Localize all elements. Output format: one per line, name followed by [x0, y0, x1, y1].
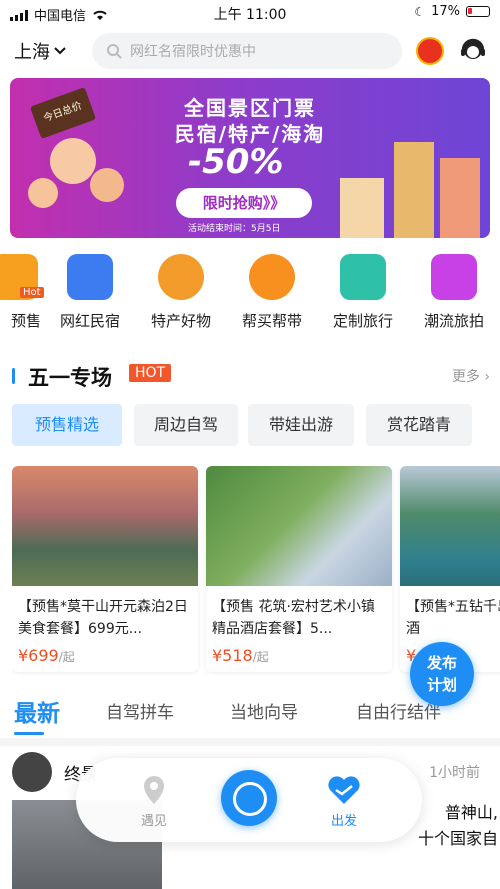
product-title: 【预售*五钻千岛致雅艺术酒 [406, 599, 500, 637]
banner-illustration-kid [28, 178, 58, 208]
section-divider [0, 738, 500, 746]
tab-flower-viewing[interactable]: 赏花踏青 [366, 404, 472, 446]
section-title: 五一专场 [28, 366, 112, 390]
banner-discount: -50% [188, 142, 284, 182]
product-price: ¥699/起 [12, 642, 198, 669]
banner-line1: 全国景区门票 [184, 96, 316, 120]
publish-plan-button[interactable]: 发布 计划 [410, 642, 474, 706]
user-avatar[interactable] [416, 37, 444, 65]
customer-service-icon[interactable] [458, 36, 488, 66]
battery-percent: 17% [431, 4, 460, 19]
top-header: 上海 网红名宿限时优惠中 [0, 30, 500, 74]
price-value: ¥699 [18, 646, 59, 665]
chevron-down-icon [54, 47, 66, 55]
nav-meet[interactable]: 遇见 [124, 774, 184, 829]
tab-presale-selection[interactable]: 预售精选 [12, 404, 122, 446]
tab-family-trip[interactable]: 带娃出游 [248, 404, 354, 446]
banner-illustration-kid [90, 168, 124, 202]
tab-nearby-drive[interactable]: 周边自驾 [134, 404, 238, 446]
presale-icon: Hot [0, 254, 44, 300]
product-card[interactable]: 【预售 花筑·宏村艺术小镇精品酒店套餐】5... ¥518/起 [206, 466, 392, 672]
product-title: 【预售 花筑·宏村艺术小镇精品酒店套餐】5... [212, 599, 375, 637]
search-placeholder: 网红名宿限时优惠中 [130, 44, 256, 60]
nav-label: 遇见 [140, 814, 167, 829]
house-icon [67, 254, 113, 300]
status-right: ☾ 17% [414, 4, 490, 19]
book-icon [340, 254, 386, 300]
price-unit: /起 [252, 650, 269, 664]
section-header: 五一专场 HOT 更多 › [0, 360, 500, 390]
price-unit: /起 [58, 650, 75, 664]
nav-center-button[interactable] [221, 770, 277, 826]
battery-icon [466, 6, 490, 17]
shopping-bag-icon [249, 254, 295, 300]
category-specialty-goods[interactable]: 特产好物 [136, 254, 226, 331]
nav-depart[interactable]: 出发 [314, 774, 374, 829]
roast-chicken-icon [158, 254, 204, 300]
product-title: 【预售*莫干山开元森泊2日美食套餐】699元... [18, 599, 188, 637]
product-image [12, 466, 198, 586]
product-price: ¥518/起 [206, 642, 392, 669]
bottom-nav: 遇见 出发 [76, 758, 422, 842]
banner-building [440, 158, 480, 238]
fab-line2: 计划 [426, 676, 457, 694]
hot-badge: Hot [20, 287, 44, 298]
category-label: 潮流旅拍 [423, 312, 484, 330]
tab-local-guide[interactable]: 当地向导 [230, 698, 298, 723]
status-bar: 中国电信 上午 11:00 ☾ 17% [0, 0, 500, 26]
tab-label: 最新 [14, 701, 60, 727]
category-influencer-homestay[interactable]: 网红民宿 [45, 254, 135, 331]
category-grid: Hot 预售 网红民宿 特产好物 帮买帮带 定制旅行 潮流旅拍 [0, 254, 500, 334]
category-label: 帮买帮带 [241, 312, 302, 330]
hot-badge: HOT [129, 364, 172, 382]
product-card[interactable]: 【预售*五钻千岛致雅艺术酒 ¥ [400, 466, 500, 672]
search-icon [107, 44, 122, 59]
section-accent-bar [12, 368, 15, 384]
carousel-dots [242, 212, 274, 218]
moon-icon: ☾ [414, 4, 426, 19]
category-label: 定制旅行 [332, 312, 393, 330]
camera-icon [431, 254, 477, 300]
banner-end-time: 活动结束时间：5月5日 [188, 224, 281, 234]
active-tab-indicator [14, 732, 44, 735]
promo-banner[interactable]: 今日总价 全国景区门票 民宿/特产/海淘 -50% 限时抢购》》 活动结束时间：… [10, 78, 490, 238]
fab-line1: 发布 [426, 654, 457, 672]
category-label: 网红民宿 [59, 312, 120, 330]
nav-label: 出发 [330, 814, 357, 829]
location-pin-icon [144, 776, 164, 804]
category-label: 特产好物 [150, 312, 211, 330]
tab-self-drive-carpool[interactable]: 自驾拼车 [106, 698, 174, 723]
filter-tabs: 预售精选 周边自驾 带娃出游 赏花踏青 [12, 404, 500, 448]
product-image [400, 466, 500, 586]
banner-sign: 今日总价 [29, 87, 97, 139]
banner-building [340, 178, 384, 238]
city-name: 上海 [14, 42, 50, 63]
post-timestamp: 1小时前 [429, 765, 480, 781]
post-user-avatar[interactable] [12, 752, 52, 792]
banner-building [394, 142, 434, 238]
more-link[interactable]: 更多 › [452, 366, 490, 386]
banner-illustration-kid [50, 138, 96, 184]
heart-handshake-icon [328, 776, 360, 804]
search-input[interactable]: 网红名宿限时优惠中 [92, 33, 402, 69]
category-trendy-photo[interactable]: 潮流旅拍 [409, 254, 499, 331]
product-image [206, 466, 392, 586]
price-value: ¥518 [212, 646, 253, 665]
city-selector[interactable]: 上海 [14, 38, 66, 64]
category-custom-travel[interactable]: 定制旅行 [318, 254, 408, 331]
tab-latest[interactable]: 最新 [14, 694, 60, 735]
product-card[interactable]: 【预售*莫干山开元森泊2日美食套餐】699元... ¥699/起 [12, 466, 198, 672]
category-proxy-shopping[interactable]: 帮买帮带 [227, 254, 317, 331]
